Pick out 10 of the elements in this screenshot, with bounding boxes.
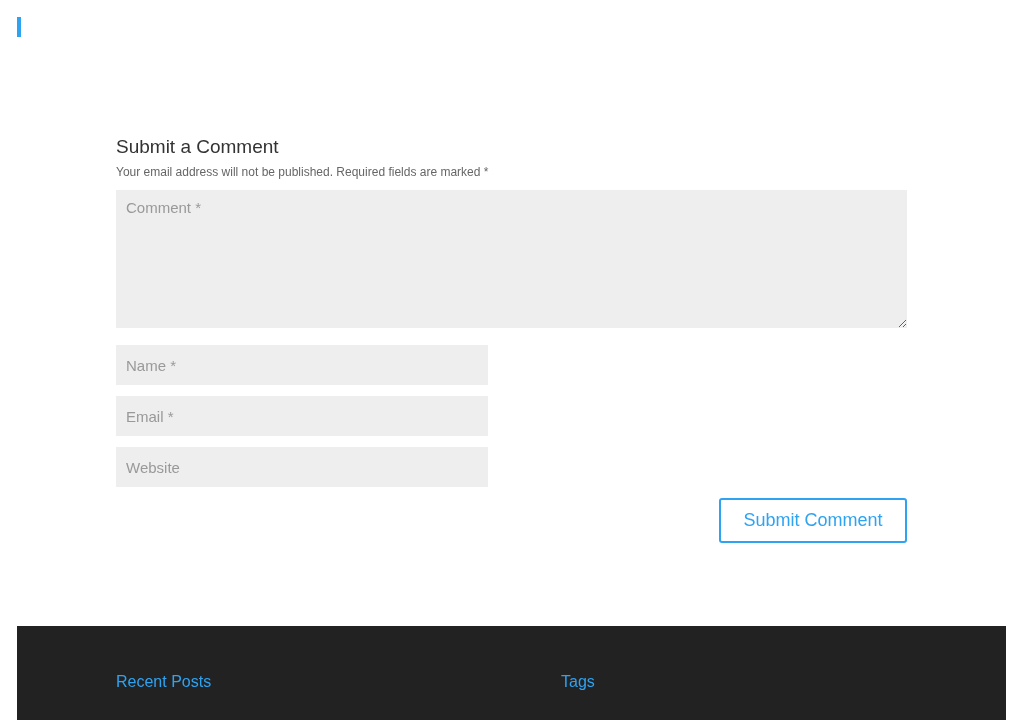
input-field[interactable]: Name * <box>116 345 488 385</box>
comment-field[interactable]: Comment * <box>116 190 907 328</box>
accent-bar <box>17 17 21 37</box>
widget-title: Recent Posts <box>116 672 213 692</box>
input-field[interactable]: Email * <box>116 396 488 436</box>
required-notice: Your email address will not be published. Required fields are marked * <box>116 164 490 180</box>
form-title: Submit a Comment <box>116 135 280 159</box>
widget-title: Tags <box>561 672 596 692</box>
input-field[interactable]: Website <box>116 447 488 487</box>
submit-button[interactable]: Submit Comment <box>719 498 907 543</box>
